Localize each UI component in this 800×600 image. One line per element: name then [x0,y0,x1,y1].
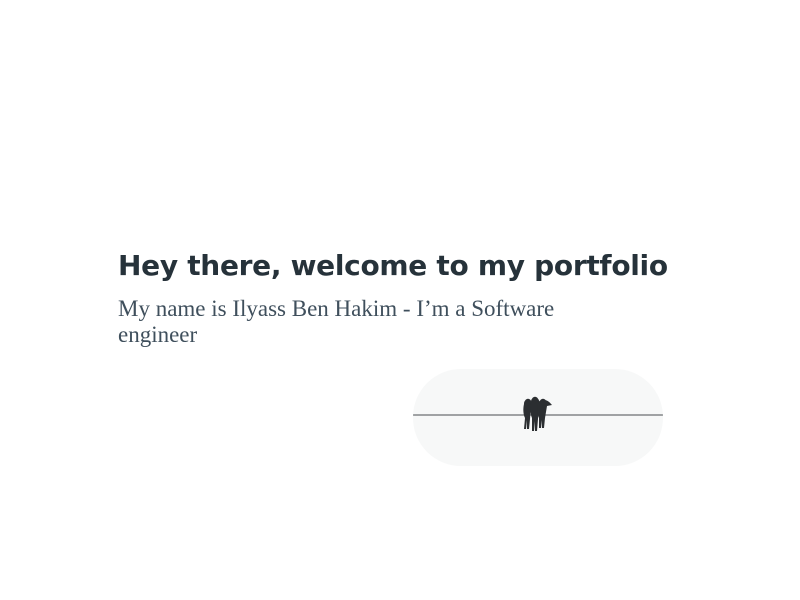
birds-group [523,396,552,431]
hero-photo [413,369,663,466]
hero-section: Hey there, welcome to my portfolio My na… [118,246,678,348]
hero-subline: My name is Ilyass Ben Hakim - I’m a Soft… [118,296,555,347]
portfolio-page: Hey there, welcome to my portfolio My na… [0,0,800,600]
birds-on-wire-image [413,396,663,431]
hero-headline: Hey there, welcome to my portfolio [118,249,668,282]
